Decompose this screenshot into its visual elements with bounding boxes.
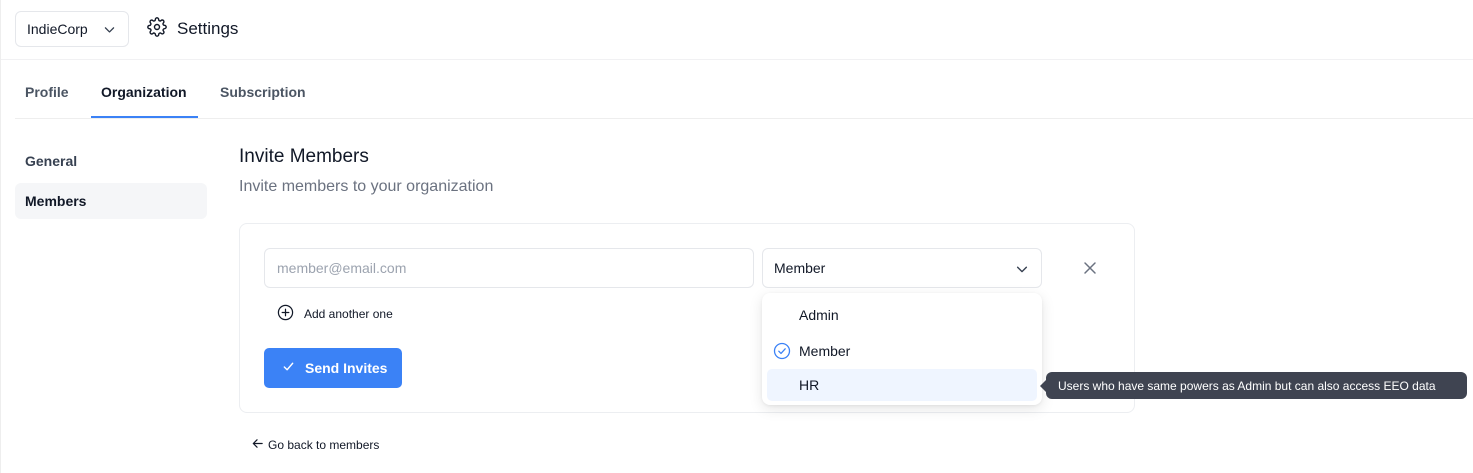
chevron-down-icon — [103, 23, 116, 39]
role-dropdown-menu: Admin Member HR — [762, 293, 1042, 405]
role-option-hr[interactable]: HR — [767, 369, 1037, 401]
sidebar-item-label: General — [25, 153, 78, 169]
send-invites-button[interactable]: Send Invites — [264, 348, 402, 388]
tab-subscription[interactable]: Subscription — [210, 72, 318, 118]
gear-icon — [147, 16, 167, 42]
check-circle-icon — [773, 342, 791, 363]
chevron-down-icon — [1015, 262, 1029, 279]
organization-switcher[interactable]: IndieCorp — [15, 11, 129, 47]
role-option-admin[interactable]: Admin — [767, 299, 1037, 331]
sidebar-item-members[interactable]: Members — [15, 183, 207, 219]
role-select[interactable]: Member — [762, 248, 1042, 288]
section-subtitle: Invite members to your organization — [239, 178, 494, 195]
email-field[interactable] — [264, 248, 754, 288]
plus-circle-icon — [277, 304, 294, 324]
settings-title-text: Settings — [177, 19, 239, 38]
role-option-label: HR — [799, 377, 820, 393]
send-invites-label: Send Invites — [305, 360, 388, 376]
sidebar-item-label: Members — [25, 193, 87, 209]
role-option-label: Admin — [799, 307, 839, 323]
role-tooltip: Users who have same powers as Admin but … — [1040, 372, 1467, 399]
check-icon — [282, 360, 295, 376]
back-link-label: Go back to members — [268, 438, 380, 452]
organization-name: IndieCorp — [27, 21, 88, 37]
settings-tabs: Profile Organization Subscription — [15, 72, 318, 119]
tooltip-text: Users who have same powers as Admin but … — [1058, 378, 1436, 393]
add-another-button[interactable]: Add another one — [277, 304, 393, 324]
tab-label: Profile — [25, 84, 69, 100]
tabs-divider — [15, 118, 1473, 119]
role-option-label: Member — [799, 343, 851, 359]
header-divider — [1, 59, 1473, 60]
sidebar-item-general[interactable]: General — [15, 143, 207, 179]
tab-organization[interactable]: Organization — [91, 72, 198, 119]
arrow-left-icon — [251, 437, 264, 453]
close-icon[interactable] — [1081, 259, 1099, 277]
role-option-member[interactable]: Member — [767, 335, 1037, 367]
add-another-label: Add another one — [304, 307, 393, 321]
page-title: Settings — [147, 16, 239, 42]
role-select-value: Member — [774, 260, 826, 276]
back-to-members-link[interactable]: Go back to members — [251, 436, 379, 454]
section-title: Invite Members — [239, 146, 369, 167]
app-frame: IndieCorp Settings Profile Organization … — [0, 0, 1473, 473]
tab-label: Organization — [101, 84, 187, 100]
tab-profile[interactable]: Profile — [15, 72, 91, 118]
tab-label: Subscription — [220, 84, 306, 100]
